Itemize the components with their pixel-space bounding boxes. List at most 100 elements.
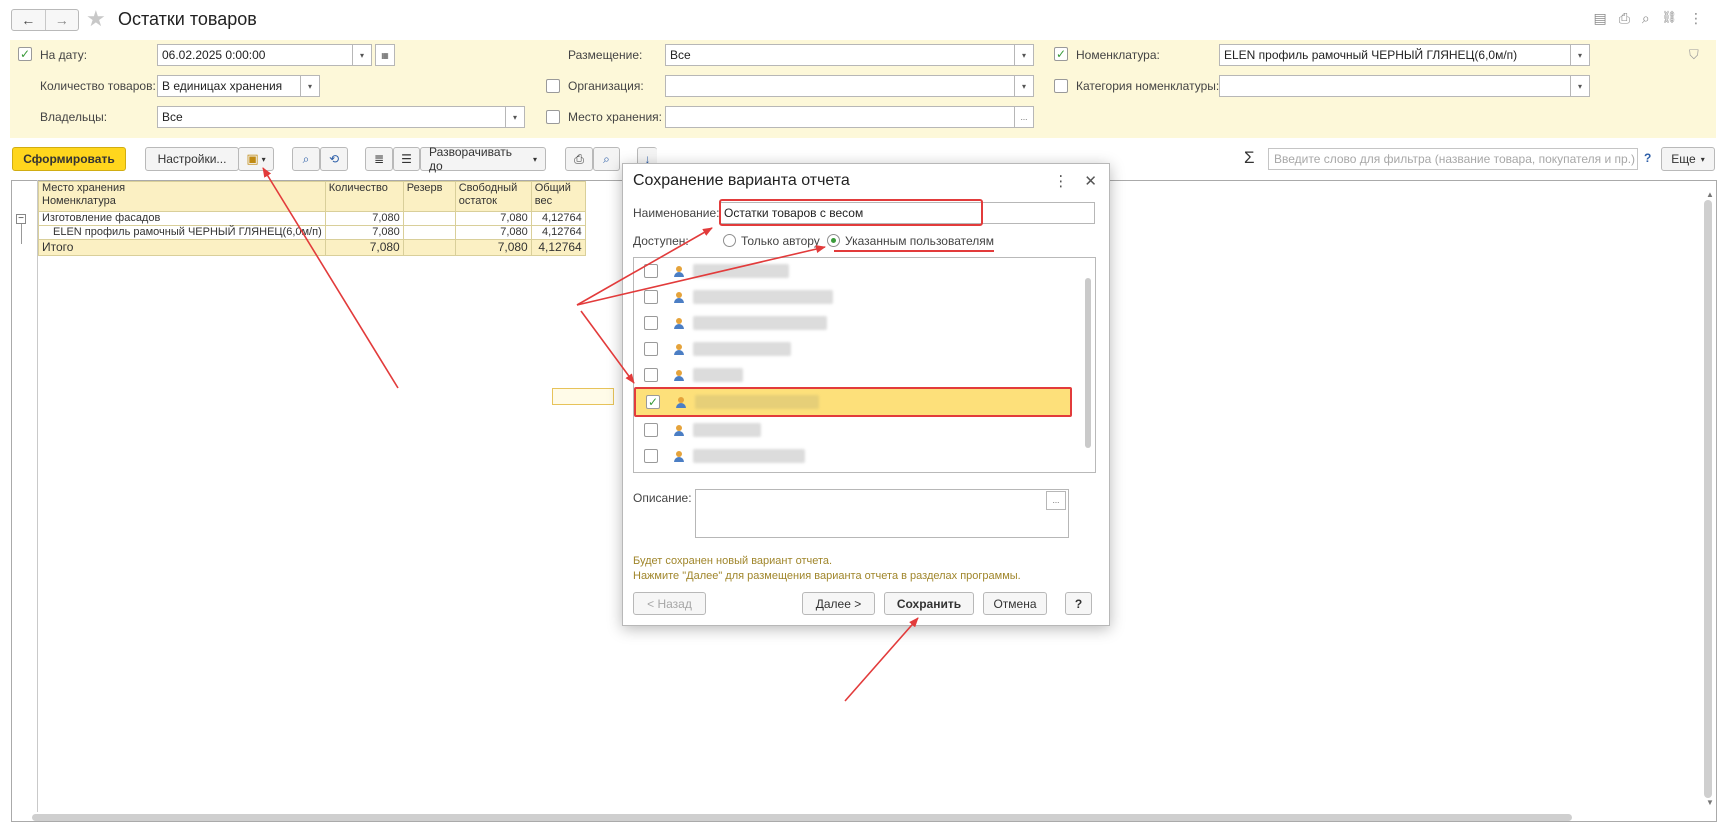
- table-row[interactable]: ELEN профиль рамочный ЧЕРНЫЙ ГЛЯНЕЦ(6,0м…: [38, 225, 586, 240]
- ellipsis-icon: ...: [1020, 112, 1028, 122]
- scroll-up-icon[interactable]: ▲: [1706, 190, 1714, 199]
- generate-button[interactable]: Сформировать: [12, 147, 126, 171]
- category-input[interactable]: [1219, 75, 1571, 97]
- save-icon[interactable]: ▤: [1593, 10, 1606, 27]
- category-dropdown-button[interactable]: ▾: [1571, 75, 1590, 97]
- total-weight: 4,12764: [530, 239, 586, 256]
- qty-select[interactable]: В единицах хранения: [157, 75, 301, 97]
- preview-button[interactable]: ⌕: [593, 147, 620, 171]
- more-button[interactable]: Еще ▾: [1661, 147, 1715, 171]
- list-item[interactable]: [634, 258, 1081, 284]
- link-icon[interactable]: ⛓: [1662, 10, 1677, 27]
- preview-icon[interactable]: ⌕: [1642, 10, 1650, 27]
- search-next-icon: ⟲: [328, 152, 340, 166]
- group-button[interactable]: ≣: [365, 147, 393, 171]
- back-button[interactable]: < Назад: [633, 592, 706, 615]
- owners-dropdown-button[interactable]: ▾: [506, 106, 525, 128]
- expand-to-label: Разворачивать до: [429, 145, 512, 173]
- header-qty: Количество: [324, 181, 404, 212]
- scroll-down-icon[interactable]: ▼: [1706, 798, 1714, 807]
- total-name: Итого: [38, 239, 326, 256]
- filter-funnel-icon[interactable]: ⛉: [1689, 47, 1699, 63]
- more-icon[interactable]: ⋮: [1053, 172, 1068, 190]
- selected-cell[interactable]: [552, 388, 614, 405]
- storage-select-button[interactable]: ...: [1015, 106, 1034, 128]
- find-button[interactable]: ⌕: [292, 147, 320, 171]
- user-icon: [674, 424, 684, 436]
- date-checkbox[interactable]: ✓: [18, 47, 32, 61]
- list-item[interactable]: [634, 417, 1081, 443]
- expand-to-button[interactable]: Разворачивать до ▾: [420, 145, 546, 173]
- radio-author-only[interactable]: [723, 234, 736, 247]
- placement-input[interactable]: Все: [665, 44, 1015, 66]
- find-next-button[interactable]: ⟲: [320, 147, 348, 171]
- list-tree-icon: ☰: [401, 152, 412, 166]
- category-label: Категория номенклатуры:: [1076, 79, 1220, 93]
- list-item[interactable]: [634, 336, 1081, 362]
- hint-line-1: Будет сохранен новый вариант отчета.: [633, 555, 833, 567]
- horizontal-scrollbar[interactable]: [32, 814, 1572, 821]
- org-checkbox[interactable]: [546, 79, 560, 93]
- list-item[interactable]: [634, 443, 1081, 469]
- date-input[interactable]: 06.02.2025 0:00:00: [157, 44, 353, 66]
- description-expand-button[interactable]: ...: [1046, 491, 1066, 510]
- description-textarea[interactable]: [695, 489, 1069, 538]
- settings-button[interactable]: Настройки...: [145, 147, 239, 171]
- list-item[interactable]: [634, 362, 1081, 388]
- org-dropdown-button[interactable]: ▾: [1015, 75, 1034, 97]
- next-button[interactable]: Далее >: [802, 592, 875, 615]
- nomenclature-input[interactable]: ELEN профиль рамочный ЧЕРНЫЙ ГЛЯНЕЦ(6,0м…: [1219, 44, 1571, 66]
- user-icon: [674, 291, 684, 303]
- print-icon[interactable]: ⎙: [1619, 10, 1630, 27]
- cell-name: ELEN профиль рамочный ЧЕРНЫЙ ГЛЯНЕЦ(6,0м…: [38, 225, 326, 240]
- forward-button[interactable]: →: [46, 10, 79, 30]
- user-checkbox[interactable]: [644, 290, 658, 304]
- nomenclature-label: Номенклатура:: [1076, 48, 1160, 62]
- back-button[interactable]: ←: [12, 10, 46, 30]
- close-icon[interactable]: ✕: [1084, 172, 1097, 190]
- list-item[interactable]: [634, 284, 1081, 310]
- variant-menu-button[interactable]: ▣ ▾: [238, 147, 274, 171]
- user-checkbox[interactable]: ✓: [646, 395, 660, 409]
- ungroup-button[interactable]: ☰: [393, 147, 420, 171]
- nomenclature-checkbox[interactable]: ✓: [1054, 47, 1068, 61]
- more-label: Еще: [1671, 152, 1696, 166]
- print-button[interactable]: ⎙: [565, 147, 593, 171]
- vertical-scrollbar[interactable]: [1704, 200, 1712, 798]
- user-checkbox[interactable]: [644, 423, 658, 437]
- user-checkbox[interactable]: [644, 316, 658, 330]
- storage-checkbox[interactable]: [546, 110, 560, 124]
- org-input[interactable]: [665, 75, 1015, 97]
- favorite-star-icon[interactable]: ★: [86, 7, 106, 31]
- collapse-group-icon[interactable]: −: [16, 214, 26, 224]
- user-checkbox[interactable]: [644, 449, 658, 463]
- table-total-row[interactable]: Итого 7,080 7,080 4,12764: [38, 239, 586, 256]
- list-item[interactable]: [634, 310, 1081, 336]
- user-checkbox[interactable]: [644, 342, 658, 356]
- sigma-icon[interactable]: Σ: [1244, 148, 1255, 168]
- qty-dropdown-button[interactable]: ▾: [301, 75, 320, 97]
- help-icon[interactable]: ?: [1644, 151, 1651, 165]
- org-label: Организация:: [568, 79, 644, 93]
- list-item-selected[interactable]: ✓: [634, 387, 1072, 417]
- users-list-scrollbar[interactable]: [1085, 278, 1091, 448]
- cancel-button[interactable]: Отмена: [983, 592, 1047, 615]
- owners-input[interactable]: Все: [157, 106, 506, 128]
- nomenclature-dropdown-button[interactable]: ▾: [1571, 44, 1590, 66]
- calendar-button[interactable]: ▦: [375, 44, 395, 66]
- date-dropdown-button[interactable]: ▾: [353, 44, 372, 66]
- category-checkbox[interactable]: [1054, 79, 1068, 93]
- save-button[interactable]: Сохранить: [884, 592, 974, 615]
- cell-weight: 4,12764: [530, 211, 586, 226]
- hint-line-2: Нажмите "Далее" для размещения варианта …: [633, 570, 1021, 582]
- placement-dropdown-button[interactable]: ▾: [1015, 44, 1034, 66]
- user-checkbox[interactable]: [644, 368, 658, 382]
- help-button[interactable]: ?: [1065, 592, 1092, 615]
- report-search-input[interactable]: Введите слово для фильтра (название това…: [1268, 148, 1638, 170]
- more-icon[interactable]: ⋮: [1689, 10, 1703, 27]
- table-row[interactable]: Изготовление фасадов 7,080 7,080 4,12764: [38, 211, 586, 226]
- storage-input[interactable]: [665, 106, 1015, 128]
- radio-specified-users[interactable]: [827, 234, 840, 247]
- ellipsis-icon: ...: [1052, 496, 1060, 505]
- user-checkbox[interactable]: [644, 264, 658, 278]
